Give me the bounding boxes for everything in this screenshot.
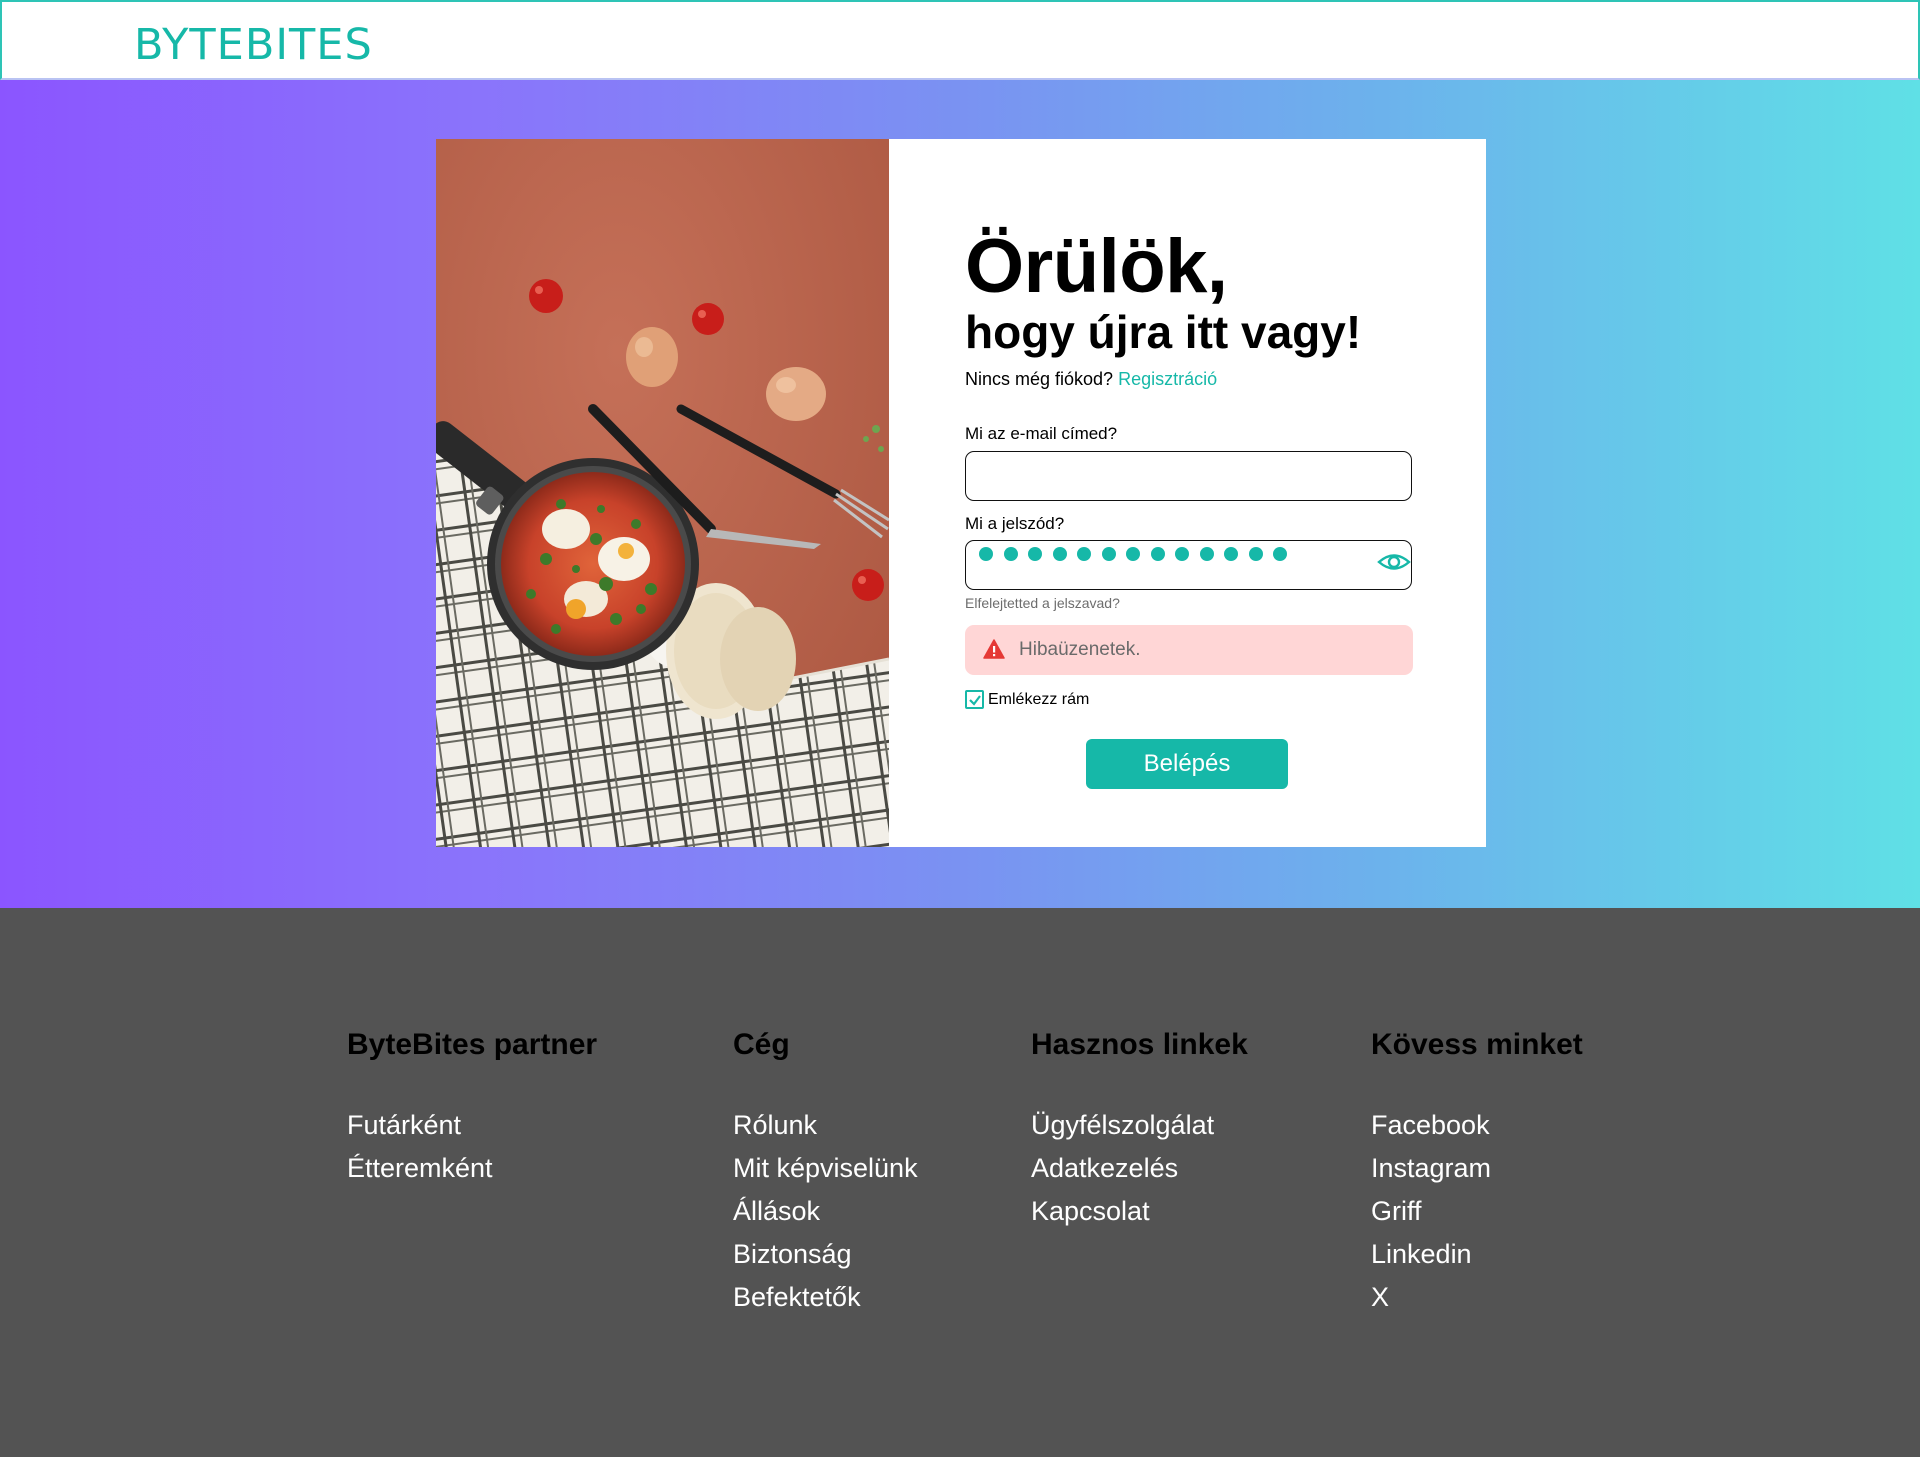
password-dot <box>1175 547 1189 561</box>
password-dot <box>1028 547 1042 561</box>
footer-column-company: Cég Rólunk Mit képviselünk Állások Bizto… <box>733 1028 918 1319</box>
footer-link-about[interactable]: Rólunk <box>733 1104 918 1147</box>
welcome-subtitle: hogy újra itt vagy! <box>965 306 1362 358</box>
login-button[interactable]: Belépés <box>1086 739 1288 789</box>
top-header: BYTEBITES <box>0 0 1920 80</box>
check-icon <box>969 695 981 706</box>
footer-link-jobs[interactable]: Állások <box>733 1190 918 1233</box>
password-mask <box>979 544 1287 564</box>
password-dot <box>979 547 993 561</box>
footer-link-x[interactable]: X <box>1371 1276 1583 1319</box>
password-dot <box>1003 547 1018 561</box>
footer-link-privacy[interactable]: Adatkezelés <box>1031 1147 1248 1190</box>
password-label: Mi a jelszód? <box>965 514 1065 533</box>
footer-link-security[interactable]: Biztonság <box>733 1233 918 1276</box>
footer-heading: ByteBites partner <box>347 1028 598 1061</box>
password-dot <box>1101 547 1116 561</box>
login-form: Örülök, hogy újra itt vagy! Nincs még fi… <box>889 139 1486 847</box>
warning-icon <box>983 639 1005 659</box>
shakshuka-illustration <box>436 139 889 847</box>
register-prompt: Nincs még fiókod? Regisztráció <box>965 369 1217 390</box>
footer-heading: Cég <box>733 1028 790 1061</box>
password-dot <box>1224 547 1238 561</box>
footer-column-useful-links: Hasznos linkek Ügyfélszolgálat Adatkezel… <box>1031 1028 1248 1233</box>
remember-checkbox[interactable] <box>965 690 984 709</box>
email-label: Mi az e-mail címed? <box>965 424 1118 443</box>
remember-label: Emlékezz rám <box>988 690 1090 708</box>
footer-link-courier[interactable]: Futárként <box>347 1104 597 1147</box>
password-dot <box>1199 547 1214 561</box>
footer-column-follow: Kövess minket Facebook Instagram Griff L… <box>1371 1028 1583 1319</box>
no-account-text: Nincs még fiókod? <box>965 369 1114 389</box>
email-field[interactable] <box>965 451 1412 501</box>
footer-link-values[interactable]: Mit képviselünk <box>733 1147 918 1190</box>
forgot-password-link[interactable]: Elfelejtetted a jelszavad? <box>965 595 1120 611</box>
password-dot <box>1126 547 1140 561</box>
footer-link-support[interactable]: Ügyfélszolgálat <box>1031 1104 1248 1147</box>
eye-icon[interactable] <box>1377 551 1411 573</box>
footer-link-investors[interactable]: Befektetők <box>733 1276 918 1319</box>
brand-logo[interactable]: BYTEBITES <box>134 20 373 70</box>
footer-heading: Kövess minket <box>1371 1028 1583 1061</box>
footer-link-linkedin[interactable]: Linkedin <box>1371 1233 1583 1276</box>
password-dot <box>1248 547 1263 561</box>
error-alert: Hibaüzenetek. <box>965 625 1413 675</box>
footer-link-contact[interactable]: Kapcsolat <box>1031 1190 1248 1233</box>
footer-link-facebook[interactable]: Facebook <box>1371 1104 1583 1147</box>
food-photo <box>436 139 889 847</box>
footer-link-restaurant[interactable]: Étteremként <box>347 1147 597 1190</box>
footer-column-partner: ByteBites partner Futárként Étteremként <box>347 1028 597 1190</box>
footer: ByteBites partner Futárként Étteremként … <box>0 908 1920 1457</box>
footer-heading: Hasznos linkek <box>1031 1028 1248 1061</box>
password-dot <box>1273 547 1287 561</box>
password-dot <box>1077 547 1091 561</box>
register-link[interactable]: Regisztráció <box>1118 369 1217 389</box>
login-card: Örülök, hogy újra itt vagy! Nincs még fi… <box>436 139 1486 847</box>
footer-link-griff[interactable]: Griff <box>1371 1190 1583 1233</box>
error-text: Hibaüzenetek. <box>1019 639 1141 660</box>
remember-me-option[interactable]: Emlékezz rám <box>965 690 1089 709</box>
welcome-title: Örülök, <box>965 224 1228 309</box>
footer-link-instagram[interactable]: Instagram <box>1371 1147 1583 1190</box>
password-dot <box>1052 547 1067 561</box>
password-dot <box>1150 547 1165 561</box>
